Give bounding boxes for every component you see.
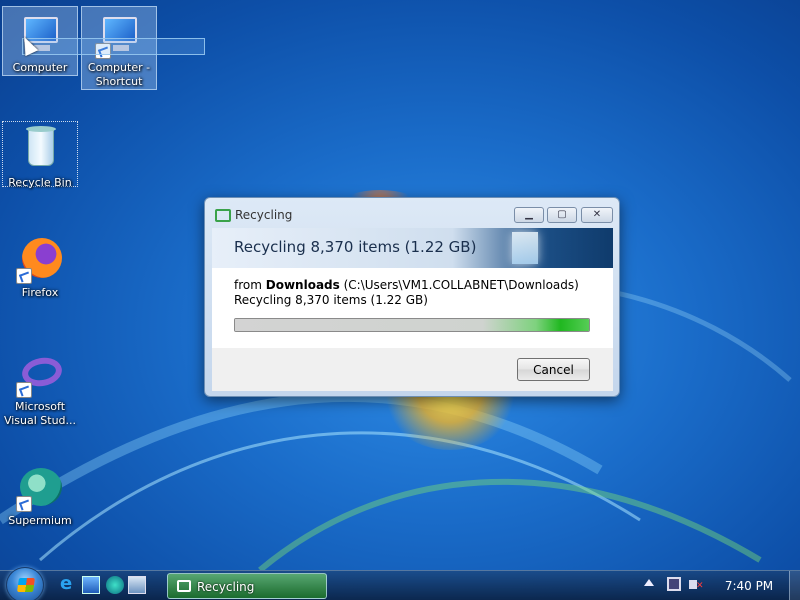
dialog-heading: Recycling 8,370 items (1.22 GB) [234, 238, 477, 256]
show-hidden-icons-chevron-up-icon[interactable] [644, 579, 654, 586]
source-path: (C:\Users\VM1.COLLABNET\Downloads) [339, 278, 579, 292]
desktop-icon-label: Firefox [21, 286, 59, 299]
start-button[interactable] [6, 567, 44, 600]
desktop-icon-visual-studio[interactable]: Microsoft Visual Stud... [2, 346, 78, 430]
recycle-progress-icon [177, 580, 191, 592]
desktop-icon-label: Supermium [8, 514, 72, 527]
dialog-title: Recycling [235, 208, 293, 222]
source-prefix: from [234, 278, 266, 292]
clock[interactable]: 7:40 PM [714, 579, 784, 593]
show-desktop-button[interactable] [789, 571, 800, 600]
cancel-button[interactable]: Cancel [517, 358, 590, 381]
desktop-icon-firefox[interactable]: Firefox [2, 232, 78, 302]
close-button[interactable]: ✕ [581, 207, 613, 223]
status-text: Recycling 8,370 items (1.22 GB) [234, 293, 428, 307]
shortcut-arrow-icon [16, 496, 32, 512]
recycle-progress-icon [215, 207, 231, 222]
desktop-icon-recycle-bin[interactable]: Recycle Bin [2, 121, 78, 189]
progress-fill [235, 319, 589, 331]
taskbar: Recycling 7:40 PM [0, 567, 800, 600]
volume-muted-icon[interactable] [689, 577, 705, 593]
show-desktop-icon[interactable] [82, 576, 100, 594]
desktop-icon-label: Computer - Shortcut [87, 61, 151, 88]
dialog-footer: Cancel [212, 348, 613, 391]
recycling-dialog[interactable]: Recycling ▁ ▢ ✕ Recycling 8,370 items (1… [204, 197, 620, 397]
maximize-button[interactable]: ▢ [547, 207, 577, 223]
selection-rectangle [22, 38, 205, 55]
dialog-titlebar[interactable]: Recycling ▁ ▢ ✕ [205, 198, 619, 228]
minimize-button[interactable]: ▁ [514, 207, 544, 223]
source-folder: Downloads [265, 278, 340, 292]
shortcut-arrow-icon [16, 268, 32, 284]
progress-bar [234, 318, 590, 332]
recycle-bin-icon [16, 126, 64, 174]
media-player-icon[interactable] [106, 576, 124, 594]
internet-explorer-icon[interactable] [58, 573, 76, 594]
desktop-icon-label: Microsoft Visual Stud... [3, 400, 77, 427]
visual-studio-icon [16, 350, 65, 398]
dialog-banner: Recycling 8,370 items (1.22 GB) [212, 228, 613, 268]
desktop-icon-supermium[interactable]: Supermium [2, 460, 78, 530]
banner-decoration [512, 232, 538, 264]
firefox-icon [16, 236, 64, 284]
desktop-icon-label: Recycle Bin [8, 176, 72, 189]
supermium-icon [16, 464, 64, 512]
dialog-content: from Downloads (C:\Users\VM1.COLLABNET\D… [212, 268, 613, 348]
taskbar-item-recycling[interactable]: Recycling [167, 573, 327, 599]
source-line: from Downloads (C:\Users\VM1.COLLABNET\D… [234, 278, 579, 292]
desktop-icon-label: Computer [12, 61, 68, 74]
network-icon[interactable] [667, 577, 681, 591]
taskbar-item-label: Recycling [197, 580, 255, 594]
file-explorer-icon[interactable] [128, 576, 146, 594]
shortcut-arrow-icon [16, 382, 32, 398]
